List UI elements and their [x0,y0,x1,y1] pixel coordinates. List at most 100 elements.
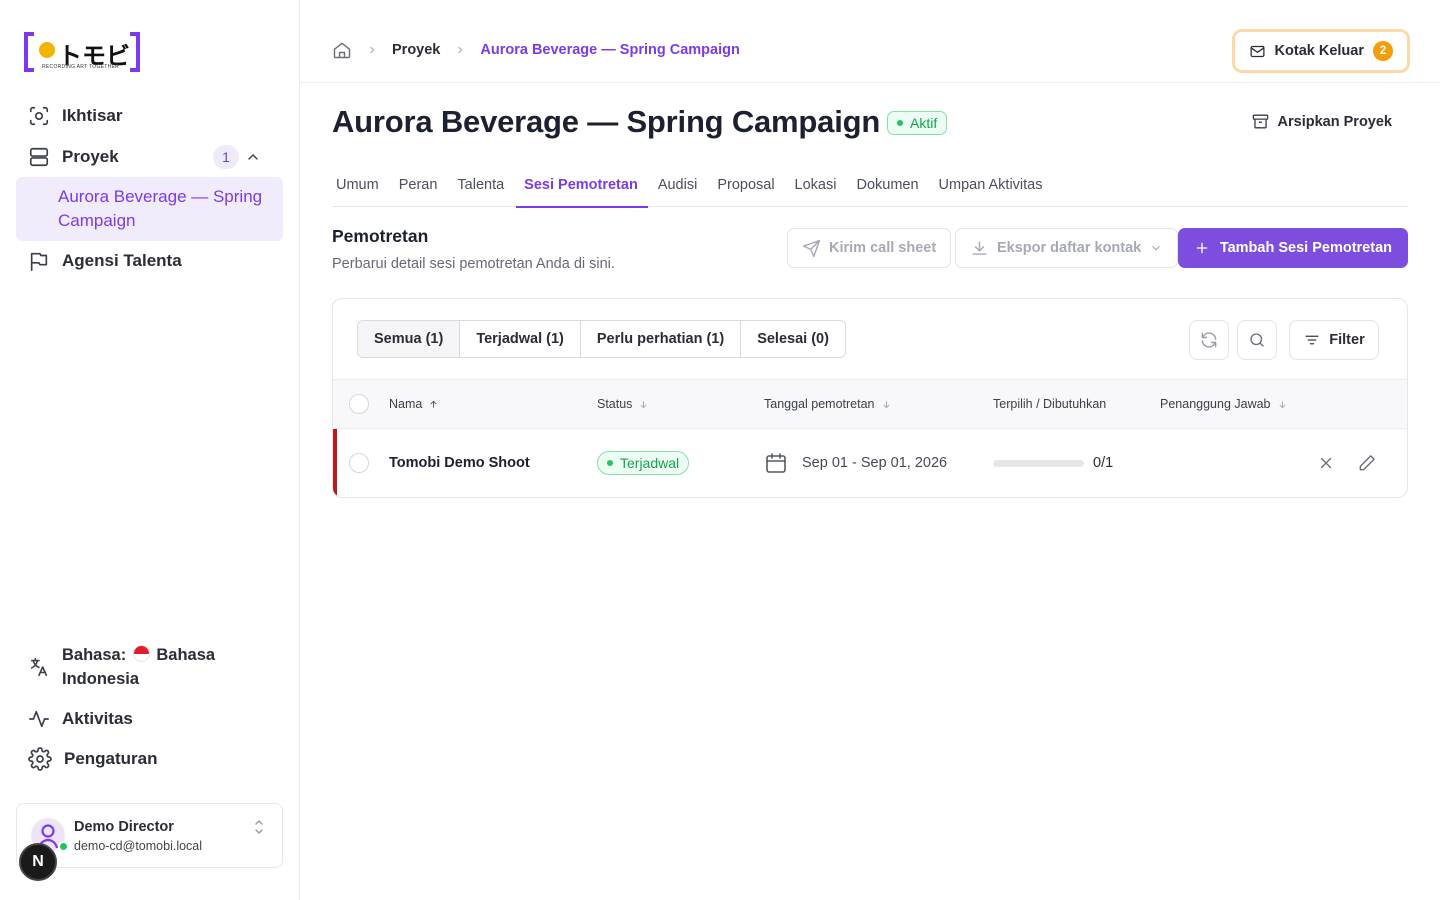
tab-locations[interactable]: Lokasi [791,170,847,207]
search-icon [1250,333,1264,347]
segment-scheduled[interactable]: Terjadwal (1) [460,321,581,357]
delete-row-button[interactable] [1317,429,1335,497]
download-icon [972,240,987,255]
arrow-down-icon [882,400,890,408]
projects-count-badge: 1 [213,145,239,169]
refresh-icon [1201,332,1217,348]
page-title: Aurora Beverage — Spring Campaign [332,104,881,139]
sidebar: トモビ RECORDING ART TOGETHER Ikhtisar Proy… [0,0,300,900]
outbox-count-badge: 2 [1373,41,1393,61]
select-all-checkbox[interactable] [349,394,369,414]
tab-auditions[interactable]: Audisi [654,170,708,207]
close-icon [1320,457,1332,469]
chevron-right-icon [458,46,463,54]
segment-all[interactable]: Semua (1) [358,321,461,357]
arrow-down-icon [640,400,648,408]
selection-progress: 0/1 [993,429,1113,497]
scan-icon [29,106,49,126]
session-name[interactable]: Tomobi Demo Shoot [389,429,530,497]
selection-count: 0/1 [1093,455,1114,471]
status-filter-segments: Semua (1) Terjadwal (1) Perlu perhatian … [357,320,846,358]
segment-needs-attention[interactable]: Perlu perhatian (1) [581,321,742,357]
tab-general[interactable]: Umum [332,170,389,207]
search-button[interactable] [1237,320,1277,360]
column-selected-needed: Terpilih / Dibutuhkan [993,397,1107,411]
table-header: Nama Status Tanggal pemotretan Terpilih … [333,379,1407,429]
sidebar-item-settings[interactable]: Pengaturan [16,747,283,771]
sidebar-item-label: Aktivitas [62,709,133,728]
sidebar-item-active-project[interactable]: Aurora Beverage — Spring Campaign [16,177,283,241]
sidebar-item-label: Proyek [62,147,119,166]
chevron-right-icon [370,46,375,54]
table-row[interactable]: Tomobi Demo Shoot Terjadwal Sep 01 - Sep… [333,429,1407,497]
refresh-button[interactable] [1189,320,1229,360]
pencil-icon [1359,455,1375,471]
sidebar-item-overview[interactable]: Ikhtisar [16,104,283,128]
sidebar-item-label: Pengaturan [64,749,158,768]
tab-talent[interactable]: Talenta [453,170,514,207]
project-tabs: Umum Peran Talenta Sesi Pemotretan Audis… [332,170,1408,208]
sidebar-item-projects[interactable]: Proyek 1 [16,145,283,169]
export-contacts-button[interactable]: Ekspor daftar kontak [955,228,1179,268]
arrow-down-icon [1278,400,1286,408]
session-date: Sep 01 - Sep 01, 2026 [764,429,947,497]
archive-icon [1252,114,1268,129]
filter-button[interactable]: Filter [1289,320,1379,360]
column-shoot-date[interactable]: Tanggal pemotretan [764,397,892,411]
archive-label: Arsipkan Proyek [1277,113,1392,130]
row-checkbox[interactable] [349,453,369,473]
column-status[interactable]: Status [597,397,649,411]
user-name: Demo Director [74,819,174,835]
calendar-icon [766,453,786,473]
send-call-sheet-button[interactable]: Kirim call sheet [787,228,952,268]
user-email: demo-cd@tomobi.local [74,839,203,853]
session-status-badge: Terjadwal [597,451,690,475]
language-label: Bahasa: [62,646,127,664]
flag-icon [30,252,48,271]
chevron-up-icon[interactable] [245,149,261,165]
selection-progress-bar [993,459,1084,467]
translate-icon [30,657,48,677]
online-status-dot [58,841,69,852]
chevrons-up-down-icon [255,819,263,835]
archive-project-button[interactable]: Arsipkan Proyek [1251,112,1392,131]
filter-lines-icon [1305,335,1319,345]
send-icon [802,239,821,257]
outbox-button[interactable]: Kotak Keluar 2 [1231,29,1410,73]
tab-proposal[interactable]: Proposal [713,170,784,207]
edit-row-button[interactable] [1357,429,1377,497]
add-shoot-session-button[interactable]: Tambah Sesi Pemotretan [1177,228,1408,268]
segment-done[interactable]: Selesai (0) [741,321,845,357]
shoot-sessions-card: Semua (1) Terjadwal (1) Perlu perhatian … [332,298,1408,498]
dev-tools-badge[interactable]: N [19,843,57,881]
tab-activity-feed[interactable]: Umpan Aktivitas [935,170,1053,207]
tab-shoot-sessions[interactable]: Sesi Pemotretan [516,170,648,208]
mail-icon [1250,45,1265,57]
breadcrumb: Proyek Aurora Beverage — Spring Campaign [332,40,740,60]
server-icon [29,147,49,167]
column-owner[interactable]: Penanggung Jawab [1160,397,1288,411]
outbox-label: Kotak Keluar [1274,43,1364,59]
sidebar-item-label: Ikhtisar [62,106,123,125]
column-name[interactable]: Nama [389,397,439,411]
project-status-badge: Aktif [887,111,948,135]
plus-icon [1196,242,1208,254]
sidebar-item-activity[interactable]: Aktivitas [16,707,283,731]
section-subtitle: Perbarui detail sesi pemotretan Anda di … [332,256,615,272]
breadcrumb-current[interactable]: Aurora Beverage — Spring Campaign [480,42,739,58]
chevron-down-icon [1152,245,1161,251]
indonesia-flag-icon [132,645,150,662]
tab-documents[interactable]: Dokumen [852,170,928,207]
sidebar-item-agencies[interactable]: Agensi Talenta [16,249,283,273]
arrow-up-icon [430,400,437,408]
section-title: Pemotretan [332,226,429,246]
gear-icon [28,747,52,771]
activity-icon [29,710,49,728]
breadcrumb-projects[interactable]: Proyek [392,42,440,58]
tab-roles[interactable]: Peran [395,170,448,207]
home-icon[interactable] [332,40,352,60]
topbar: Proyek Aurora Beverage — Spring Campaign… [300,0,1440,83]
language-switcher[interactable]: Bahasa: Bahasa Indonesia [16,643,283,691]
brand-logo[interactable]: トモビ RECORDING ART TOGETHER [24,30,140,74]
sidebar-item-label: Agensi Talenta [62,251,182,270]
